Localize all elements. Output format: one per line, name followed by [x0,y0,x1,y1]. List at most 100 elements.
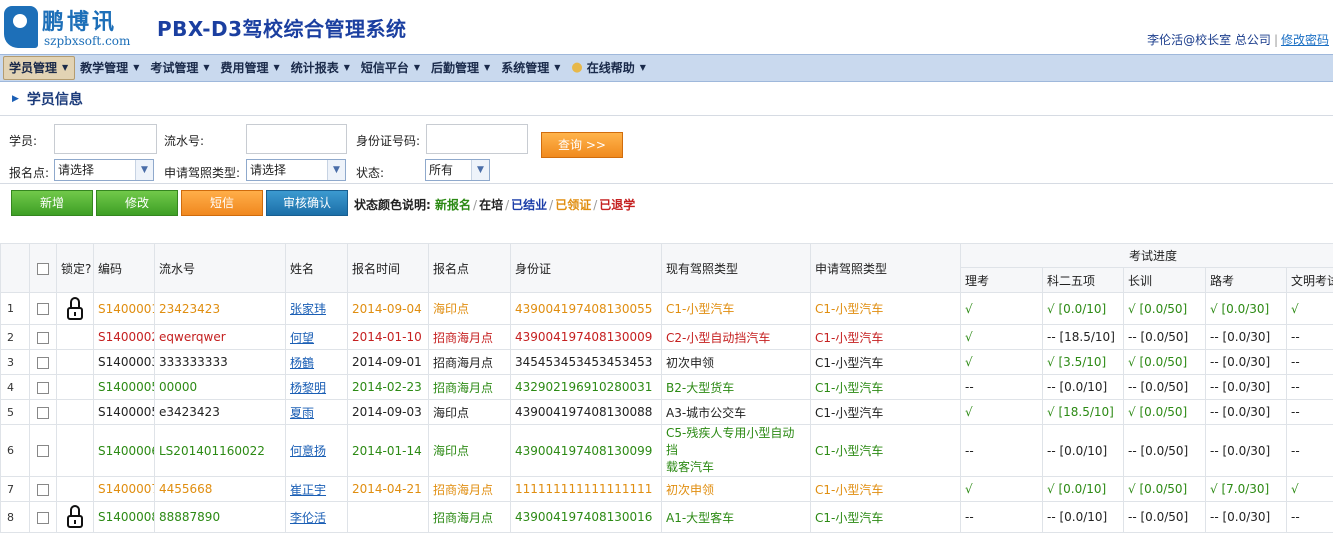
header-exam-progress: 考试进度 [961,244,1333,268]
table-row[interactable]: 1S140000123423423张家玮2014-09-04海印点4390041… [1,293,1333,325]
cell-subject25: √ [0.0/10] [1043,477,1124,502]
site-label: 报名点: [9,164,49,181]
header-long-training: 长训 [1124,268,1206,293]
cell-road-test: √ [0.0/30] [1206,293,1287,325]
change-password-link[interactable]: 修改密码 [1281,33,1329,47]
row-checkbox[interactable] [37,407,49,419]
menu-label: 在线帮助 [587,56,635,80]
chevron-down-icon: ▼ [414,56,420,80]
chevron-down-icon: ▼ [484,56,490,80]
header-code[interactable]: 编码 [94,244,155,293]
audit-confirm-button[interactable]: 审核确认 [266,190,348,216]
header-idcard[interactable]: 身份证 [511,244,662,293]
menu-system-management[interactable]: 系统管理▼ [496,56,566,80]
student-table: 锁定? 编码 流水号 姓名 报名时间 报名点 身份证 现有驾照类型 申请驾照类型… [0,243,1333,533]
header-road-test: 路考 [1206,268,1287,293]
cell-subject25: √ [0.0/10] [1043,293,1124,325]
header-current-license[interactable]: 现有驾照类型 [662,244,811,293]
student-name-link[interactable]: 夏雨 [290,406,314,420]
license-type-select[interactable]: 请选择▼ [246,159,346,181]
lock-icon [66,297,84,321]
cell-code: S1400008 [94,502,155,533]
query-button[interactable]: 查询 >> [541,132,623,158]
row-checkbox[interactable] [37,332,49,344]
table-row[interactable]: 7S14000074455668崔正宇2014-04-21招商海月点111111… [1,477,1333,502]
cell-name: 何意扬 [286,425,348,477]
idcard-input[interactable] [426,124,528,154]
table-row[interactable]: 6S1400006LS201401160022何意扬2014-01-14海印点4… [1,425,1333,477]
cell-subject25: -- [0.0/10] [1043,425,1124,477]
app-header: 鹏博讯 szpbxsoft.com PBX-D3驾校综合管理系统 李伦活@校长室… [0,0,1333,54]
row-checkbox[interactable] [37,382,49,394]
legend-new: 新报名 [435,198,471,212]
serial-input[interactable] [246,124,347,154]
cell-theory: -- [961,375,1043,400]
menu-logistics[interactable]: 后勤管理▼ [426,56,496,80]
menu-fee-management[interactable]: 费用管理▼ [216,56,286,80]
student-name-link[interactable]: 崔正宇 [290,483,326,497]
cell-long-training: √ [0.0/50] [1124,477,1206,502]
table-row[interactable]: 5S1400005e3423423夏雨2014-09-03海印点43900419… [1,400,1333,425]
select-all-checkbox[interactable] [37,263,49,275]
filter-panel: 学员: 流水号: 身份证号码: 查询 >> 报名点: 请选择▼ 申请驾照类型: … [0,116,1333,184]
menu-teaching-management[interactable]: 教学管理▼ [75,56,145,80]
header-date[interactable]: 报名时间 [348,244,429,293]
cell-apply-license: C1-小型汽车 [811,425,961,477]
menu-sms-platform[interactable]: 短信平台▼ [356,56,426,80]
header-name[interactable]: 姓名 [286,244,348,293]
menu-exam-management[interactable]: 考试管理▼ [145,56,215,80]
menu-online-help[interactable]: ●在线帮助▼ [566,56,652,80]
cell-select [30,425,57,477]
sms-button[interactable]: 短信 [181,190,263,216]
row-checkbox[interactable] [37,303,49,315]
header-apply-license[interactable]: 申请驾照类型 [811,244,961,293]
student-name-link[interactable]: 何意扬 [290,444,326,458]
menu-label: 费用管理 [221,56,269,80]
cell-idcard: 439004197408130099 [511,425,662,477]
site-select[interactable]: 请选择▼ [54,159,154,181]
header-civil-test: 文明考试 [1287,268,1333,293]
cell-idcard: 439004197408130055 [511,293,662,325]
student-input[interactable] [54,124,157,154]
cell-long-training: -- [0.0/50] [1124,325,1206,350]
cell-apply-license: C1-小型汽车 [811,350,961,375]
cell-code: S1400002 [94,325,155,350]
cell-select [30,325,57,350]
table-row[interactable]: 8S140000888887890李伦活招商海月点439004197408130… [1,502,1333,533]
header-serial[interactable]: 流水号 [155,244,286,293]
cell-civil-test: -- [1287,350,1333,375]
student-name-link[interactable]: 杨黎明 [290,381,326,395]
row-checkbox[interactable] [37,512,49,524]
cell-site: 招商海月点 [429,375,511,400]
student-name-link[interactable]: 张家玮 [290,302,326,316]
cell-row-number: 8 [1,502,30,533]
status-select[interactable]: 所有▼ [425,159,490,181]
student-name-link[interactable]: 何望 [290,331,314,345]
table-row[interactable]: 3S1400003333333333杨鶴2014-09-01招商海月点34545… [1,350,1333,375]
header-site[interactable]: 报名点 [429,244,511,293]
menu-reports[interactable]: 统计报表▼ [286,56,356,80]
cell-select [30,502,57,533]
row-checkbox[interactable] [37,357,49,369]
row-checkbox[interactable] [37,445,49,457]
cell-row-number: 1 [1,293,30,325]
cell-locked [57,477,94,502]
menu-student-management[interactable]: 学员管理▼ [3,56,75,80]
cell-locked [57,425,94,477]
header-theory: 理考 [961,268,1043,293]
row-checkbox[interactable] [37,484,49,496]
cell-date: 2014-01-10 [348,325,429,350]
license-type-select-value: 请选择 [250,163,286,177]
student-name-link[interactable]: 李伦活 [290,511,326,525]
cell-current-license: B2-大型货车 [662,375,811,400]
table-row[interactable]: 4S140000500000杨黎明2014-02-23招商海月点43290219… [1,375,1333,400]
add-button[interactable]: 新增 [11,190,93,216]
edit-button[interactable]: 修改 [96,190,178,216]
student-name-link[interactable]: 杨鶴 [290,356,314,370]
legend-separator: / [549,198,553,212]
legend-training: 在培 [479,198,503,212]
triangle-right-icon: ▶ [12,94,19,104]
current-license-line1: C5-残疾人专用小型自动挡 [666,426,794,457]
table-row[interactable]: 2S1400002eqwerqwer何望2014-01-10招商海月点43900… [1,325,1333,350]
cell-site: 海印点 [429,400,511,425]
